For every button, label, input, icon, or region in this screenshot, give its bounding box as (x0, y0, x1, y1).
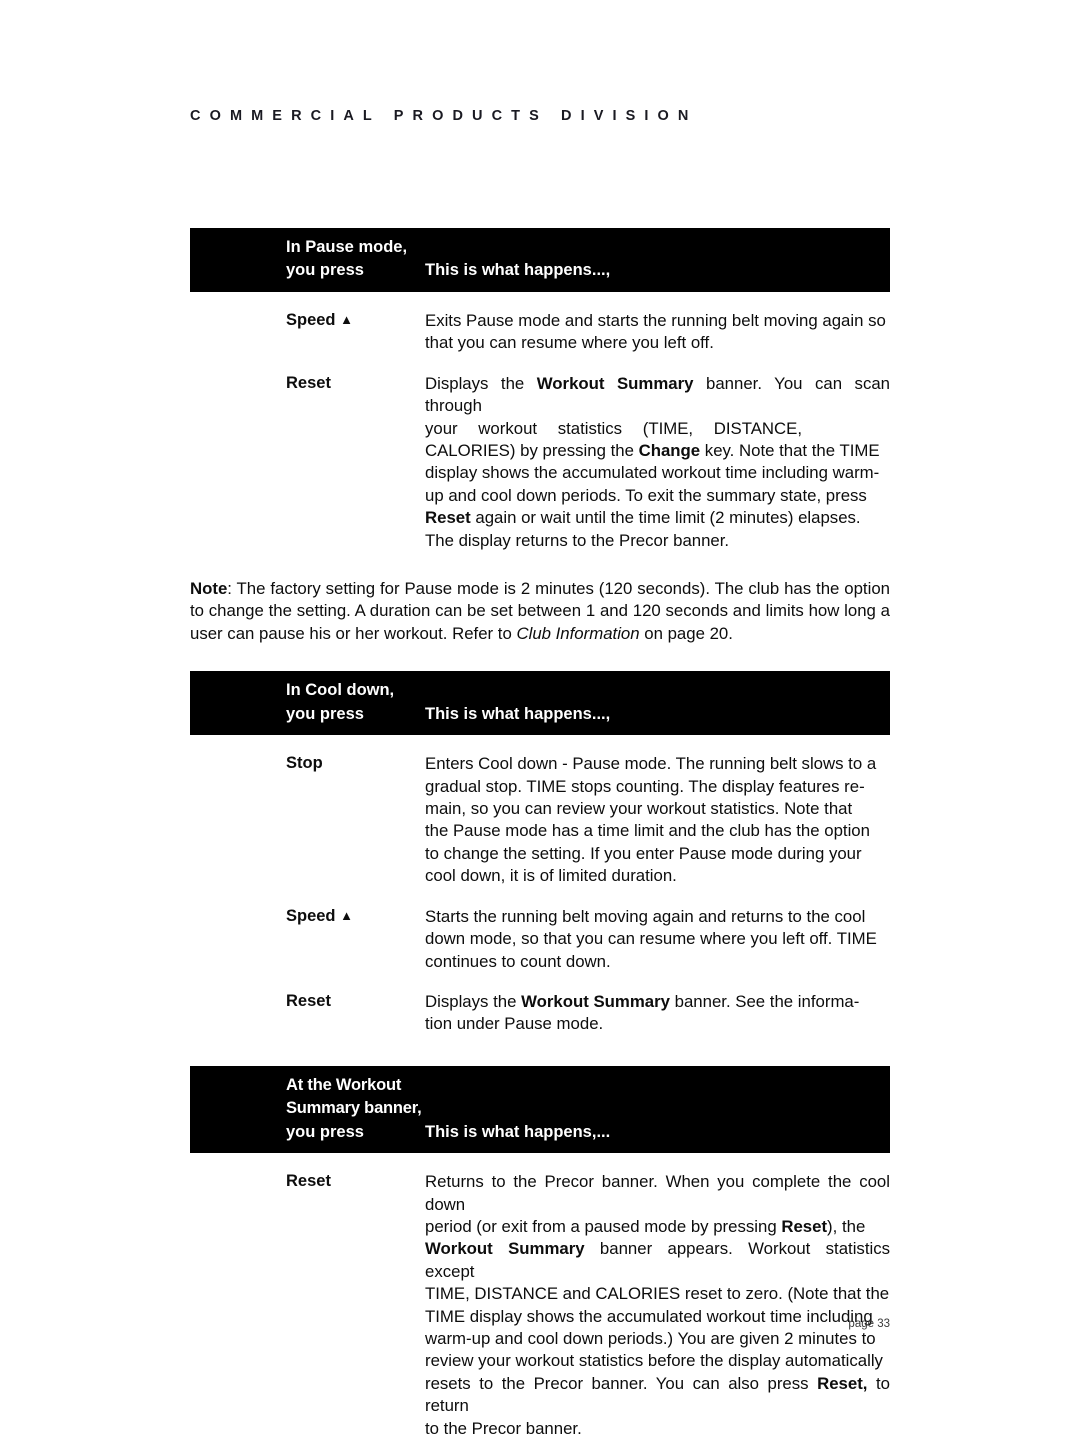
table-row: Speed ▲ Exits Pause mode and starts the … (190, 310, 890, 355)
row-term-label: Speed (286, 906, 336, 925)
text-line: gradual stop. TIME stops counting. The d… (425, 776, 865, 796)
running-header: COMMERCIAL PRODUCTS DIVISION (190, 108, 698, 124)
banner-row-title: At the Workout (190, 1074, 890, 1097)
row-definition: Starts the running belt moving again and… (425, 906, 890, 973)
note-tail: on page 20. (639, 623, 733, 643)
text-line: Exits Pause mode and starts the running … (425, 310, 886, 330)
page-number: page 33 (848, 1318, 890, 1330)
banner-key-label: you press (286, 1122, 364, 1141)
banner-value-label: This is what happens..., (425, 704, 611, 723)
row-definition: Displays the Workout Summary banner. See… (425, 991, 890, 1036)
banner-row-columns: you press This is what happens..., (190, 259, 890, 282)
banner-key-label: you press (286, 261, 364, 280)
text-line: Starts the running belt moving again and… (425, 906, 866, 926)
text-line: banner. See the informa- (669, 991, 860, 1011)
text-line: your workout statistics (TIME, DISTANCE, (425, 418, 802, 438)
text-line: display shows the accumulated workout ti… (425, 463, 880, 483)
emphasis-change-key: Change (638, 440, 701, 460)
banner-title-line2: Summary banner, (286, 1099, 422, 1118)
emphasis-reset-key: Reset (425, 508, 471, 528)
row-term-reset: Reset (286, 991, 331, 1010)
emphasis-reset-key: Reset (781, 1216, 828, 1236)
note-paragraph: Note: The factory setting for Pause mode… (190, 578, 890, 645)
text-line: TIME display shows the accumulated worko… (425, 1306, 873, 1326)
text-line: down mode, so that you can resume where … (425, 929, 877, 949)
text-line: again or wait until the time limit (2 mi… (470, 508, 861, 528)
row-term-speed-up: Speed ▲ (190, 310, 425, 355)
banner-title-line1: At the Workout (286, 1075, 402, 1094)
text-line: CALORIES) by pressing the (425, 440, 639, 460)
text-line: to change the setting. If you enter Paus… (425, 843, 862, 863)
text-line: Enters Cool down - Pause mode. The runni… (425, 754, 877, 774)
text-line: period (or exit from a paused mode by pr… (425, 1216, 782, 1236)
text-line: Displays the (425, 373, 537, 393)
emphasis-workout-summary: Workout Summary (536, 373, 694, 393)
text-line: tion under Pause mode. (425, 1014, 604, 1034)
text-line: that you can resume where you left off. (425, 333, 714, 353)
row-definition: Returns to the Precor banner. When you c… (425, 1171, 890, 1440)
up-triangle-icon: ▲ (340, 311, 353, 327)
row-term-label: Speed (286, 310, 336, 329)
emphasis-workout-summary: Workout Summary (425, 1239, 585, 1259)
banner-row-title: In Pause mode, (190, 236, 890, 259)
text-line: Displays the (425, 991, 522, 1011)
up-triangle-icon: ▲ (340, 907, 353, 923)
row-term-stop: Stop (286, 754, 323, 773)
text-line: ), the (827, 1216, 866, 1236)
table-row: Stop Enters Cool down - Pause mode. The … (190, 753, 890, 888)
table-row: Speed ▲ Starts the running belt moving a… (190, 906, 890, 973)
section-banner-cool-down: In Cool down, you press This is what hap… (190, 671, 890, 736)
text-line: continues to count down. (425, 951, 611, 971)
text-line: resets to the Precor banner. You can als… (425, 1373, 818, 1393)
banner-row-title2: Summary banner, (190, 1097, 890, 1120)
table-row: Reset Displays the Workout Summary banne… (190, 991, 890, 1036)
text-line: Returns to the Precor banner. When you c… (425, 1172, 890, 1214)
reference-club-information: Club Information (516, 623, 640, 643)
banner-row-columns: you press This is what happens..., (190, 703, 890, 726)
emphasis-workout-summary: Workout Summary (521, 991, 670, 1011)
text-line: key. Note that the TIME (700, 440, 880, 460)
banner-row-title: In Cool down, (190, 679, 890, 702)
banner-value-label: This is what happens..., (425, 261, 611, 280)
text-line: review your workout statistics before th… (425, 1351, 883, 1371)
row-definition: Exits Pause mode and starts the running … (425, 310, 890, 355)
text-line: TIME, DISTANCE and CALORIES reset to zer… (425, 1284, 890, 1304)
row-term-reset: Reset (286, 373, 331, 392)
row-term-speed-up: Speed ▲ (190, 906, 425, 973)
text-line: warm-up and cool down periods.) You are … (425, 1329, 876, 1349)
text-line: up and cool down periods. To exit the su… (425, 485, 867, 505)
content-column: In Pause mode, you press This is what ha… (190, 228, 890, 1440)
banner-key-label: you press (286, 704, 364, 723)
text-line: The display returns to the Precor banner… (425, 530, 730, 550)
banner-value-label: This is what happens,... (425, 1122, 611, 1141)
note-label: Note (190, 579, 228, 599)
section-banner-workout-summary: At the Workout Summary banner, you press… (190, 1065, 890, 1154)
emphasis-reset-key: Reset, (817, 1373, 868, 1393)
text-line: main, so you can review your workout sta… (425, 799, 853, 819)
table-row: Reset Displays the Workout Summary banne… (190, 373, 890, 552)
banner-title-line1: In Cool down, (286, 681, 395, 700)
section-banner-pause-mode: In Pause mode, you press This is what ha… (190, 228, 890, 292)
row-definition: Enters Cool down - Pause mode. The runni… (425, 753, 890, 888)
text-line: to the Precor banner. (425, 1418, 582, 1438)
banner-title-line1: In Pause mode, (286, 238, 408, 256)
row-definition: Displays the Workout Summary banner. You… (425, 373, 890, 552)
banner-row-columns: you press This is what happens,... (190, 1121, 890, 1144)
document-page: COMMERCIAL PRODUCTS DIVISION In Pause mo… (0, 0, 1080, 1438)
table-row: Reset Returns to the Precor banner. When… (190, 1171, 890, 1440)
text-line: cool down, it is of limited duration. (425, 866, 677, 886)
text-line: the Pause mode has a time limit and the … (425, 821, 870, 841)
row-term-reset: Reset (286, 1172, 331, 1191)
